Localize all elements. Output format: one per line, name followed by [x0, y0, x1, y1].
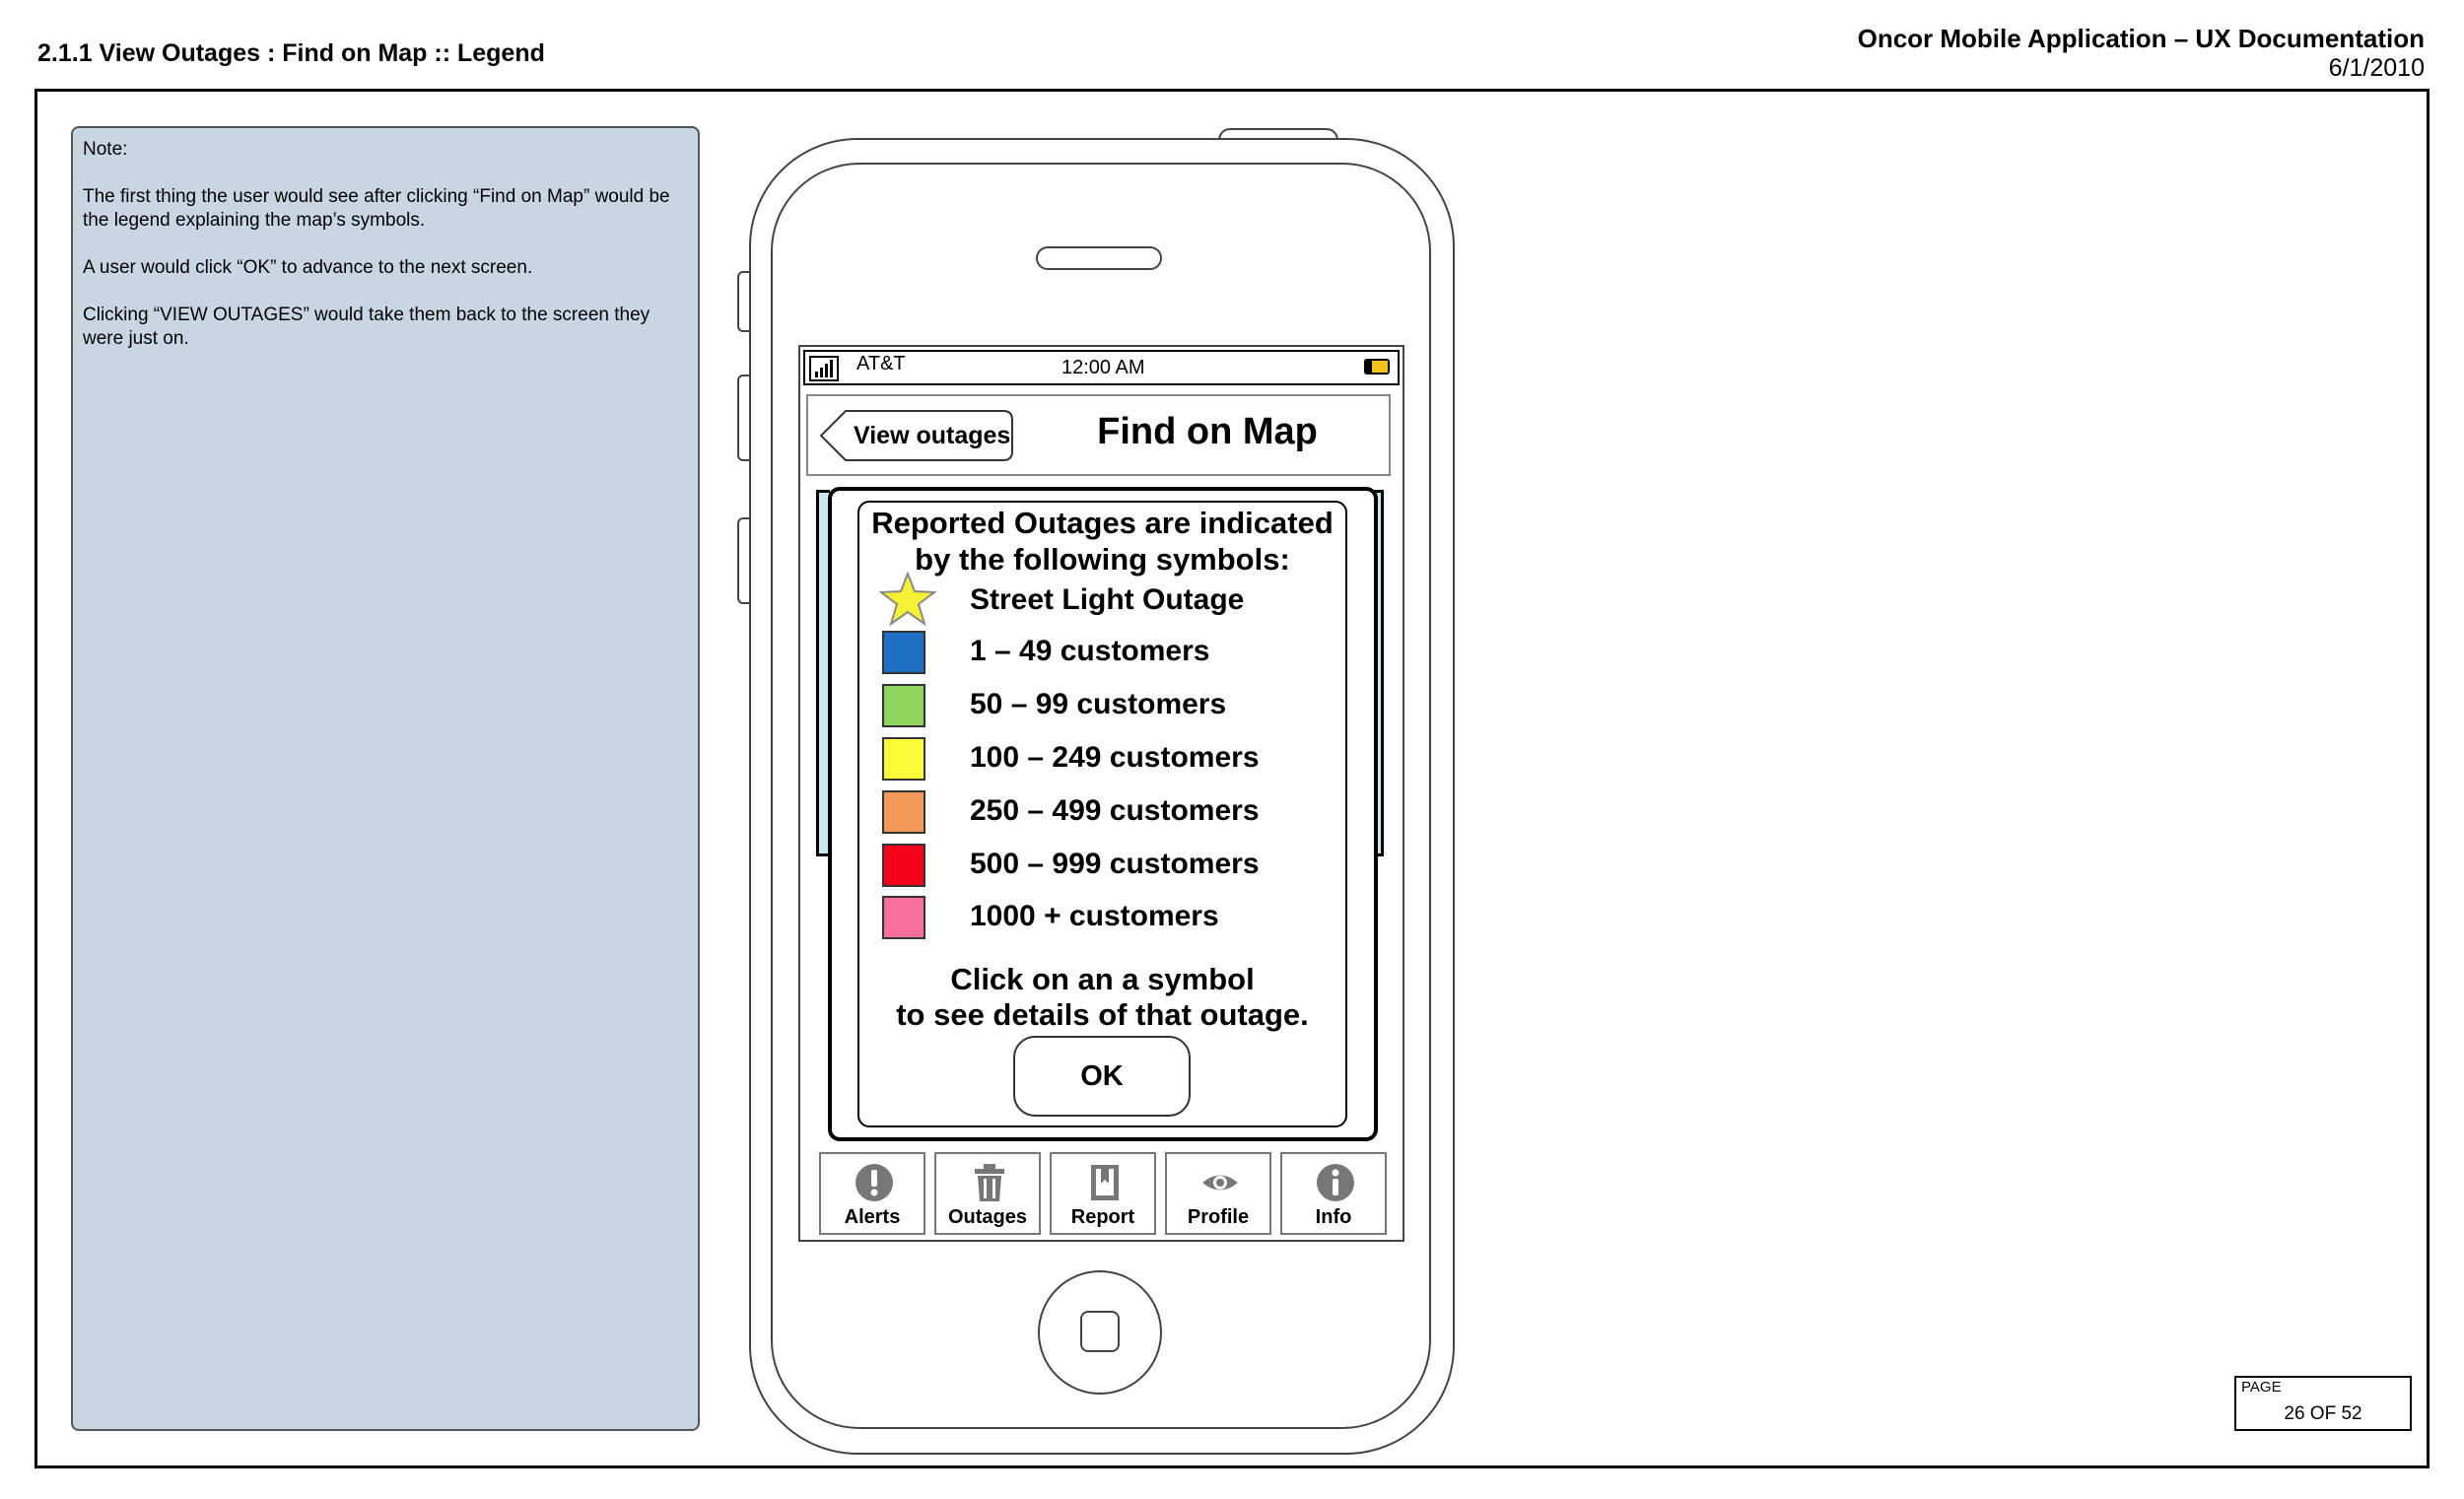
legend-hint: Click on an a symbol to see details of t…: [857, 962, 1347, 1033]
ok-button[interactable]: OK: [1013, 1036, 1191, 1117]
legend-label: 250 – 499 customers: [970, 794, 1260, 827]
legend-swatch-pink: [882, 896, 925, 939]
legend-item-street-light: Street Light Outage: [879, 572, 1342, 627]
page-label: PAGE: [2241, 1379, 2282, 1396]
legend-hint-line-2: to see details of that outage.: [896, 997, 1309, 1032]
tab-outages[interactable]: Outages: [934, 1152, 1041, 1235]
document-title: 2.1.1 View Outages : Find on Map :: Lege…: [37, 39, 545, 67]
legend-label: 1000 + customers: [970, 900, 1219, 932]
page-number: 26 OF 52: [2284, 1403, 2362, 1424]
tab-label: Info: [1315, 1206, 1352, 1228]
legend-label: 1 – 49 customers: [970, 635, 1210, 667]
legend-label: Street Light Outage: [970, 583, 1245, 616]
tab-bar: Alerts Outages Report Profile Info: [798, 1146, 1404, 1242]
trash-icon: [975, 1164, 1004, 1201]
tab-profile[interactable]: Profile: [1165, 1152, 1271, 1235]
legend-label: 500 – 999 customers: [970, 848, 1260, 880]
legend-swatch-green: [882, 684, 925, 727]
legend-swatch-yellow: [882, 737, 925, 781]
legend-swatch-red: [882, 844, 925, 887]
home-button-icon: [1080, 1311, 1120, 1352]
tab-label: Profile: [1187, 1206, 1250, 1228]
note-paragraph-3: Clicking “VIEW OUTAGES” would take them …: [83, 305, 650, 349]
legend-swatch-orange: [882, 790, 925, 834]
view-outages-back-button[interactable]: View outages: [820, 410, 1013, 461]
tab-label: Report: [1070, 1206, 1135, 1228]
note-label: Note:: [83, 139, 128, 160]
legend-item-1-49: 1 – 49 customers: [879, 631, 1342, 678]
phone-speaker: [1036, 246, 1162, 270]
tab-report[interactable]: Report: [1050, 1152, 1156, 1235]
alert-icon: [856, 1164, 893, 1201]
carrier-label: AT&T: [856, 353, 906, 375]
signal-icon: [809, 356, 839, 381]
screen-title: Find on Map: [1097, 411, 1318, 452]
legend-label: 100 – 249 customers: [970, 741, 1260, 774]
legend-item-500-999: 500 – 999 customers: [879, 844, 1342, 891]
note-panel: Note: The first thing the user would see…: [71, 126, 700, 1431]
document-date: 6/1/2010: [2328, 54, 2425, 82]
eye-icon: [1202, 1175, 1238, 1191]
battery-icon: [1364, 359, 1390, 375]
star-shape: [879, 572, 936, 627]
legend-heading-line-1: Reported Outages are indicated: [871, 506, 1334, 540]
legend-item-250-499: 250 – 499 customers: [879, 790, 1342, 838]
tab-info[interactable]: Info: [1280, 1152, 1387, 1235]
tab-alerts[interactable]: Alerts: [819, 1152, 925, 1235]
tab-label: Outages: [947, 1206, 1028, 1228]
legend-label: 50 – 99 customers: [970, 688, 1227, 720]
tab-label: Alerts: [844, 1206, 901, 1228]
note-paragraph-1: The first thing the user would see after…: [83, 186, 670, 231]
note-paragraph-2: A user would click “OK” to advance to th…: [83, 257, 533, 278]
legend-heading: Reported Outages are indicated by the fo…: [857, 505, 1347, 578]
info-icon: [1317, 1164, 1354, 1201]
legend-hint-line-1: Click on an a symbol: [950, 962, 1255, 996]
legend-item-1000-plus: 1000 + customers: [879, 896, 1342, 943]
report-icon: [1091, 1165, 1119, 1200]
star-icon: [879, 572, 936, 627]
legend-item-50-99: 50 – 99 customers: [879, 684, 1342, 731]
back-button-label: View outages: [854, 422, 1011, 449]
status-time: 12:00 AM: [1061, 357, 1145, 378]
legend-item-100-249: 100 – 249 customers: [879, 737, 1342, 784]
document-app-name: Oncor Mobile Application – UX Documentat…: [1857, 24, 2425, 53]
legend-swatch-blue: [882, 631, 925, 674]
